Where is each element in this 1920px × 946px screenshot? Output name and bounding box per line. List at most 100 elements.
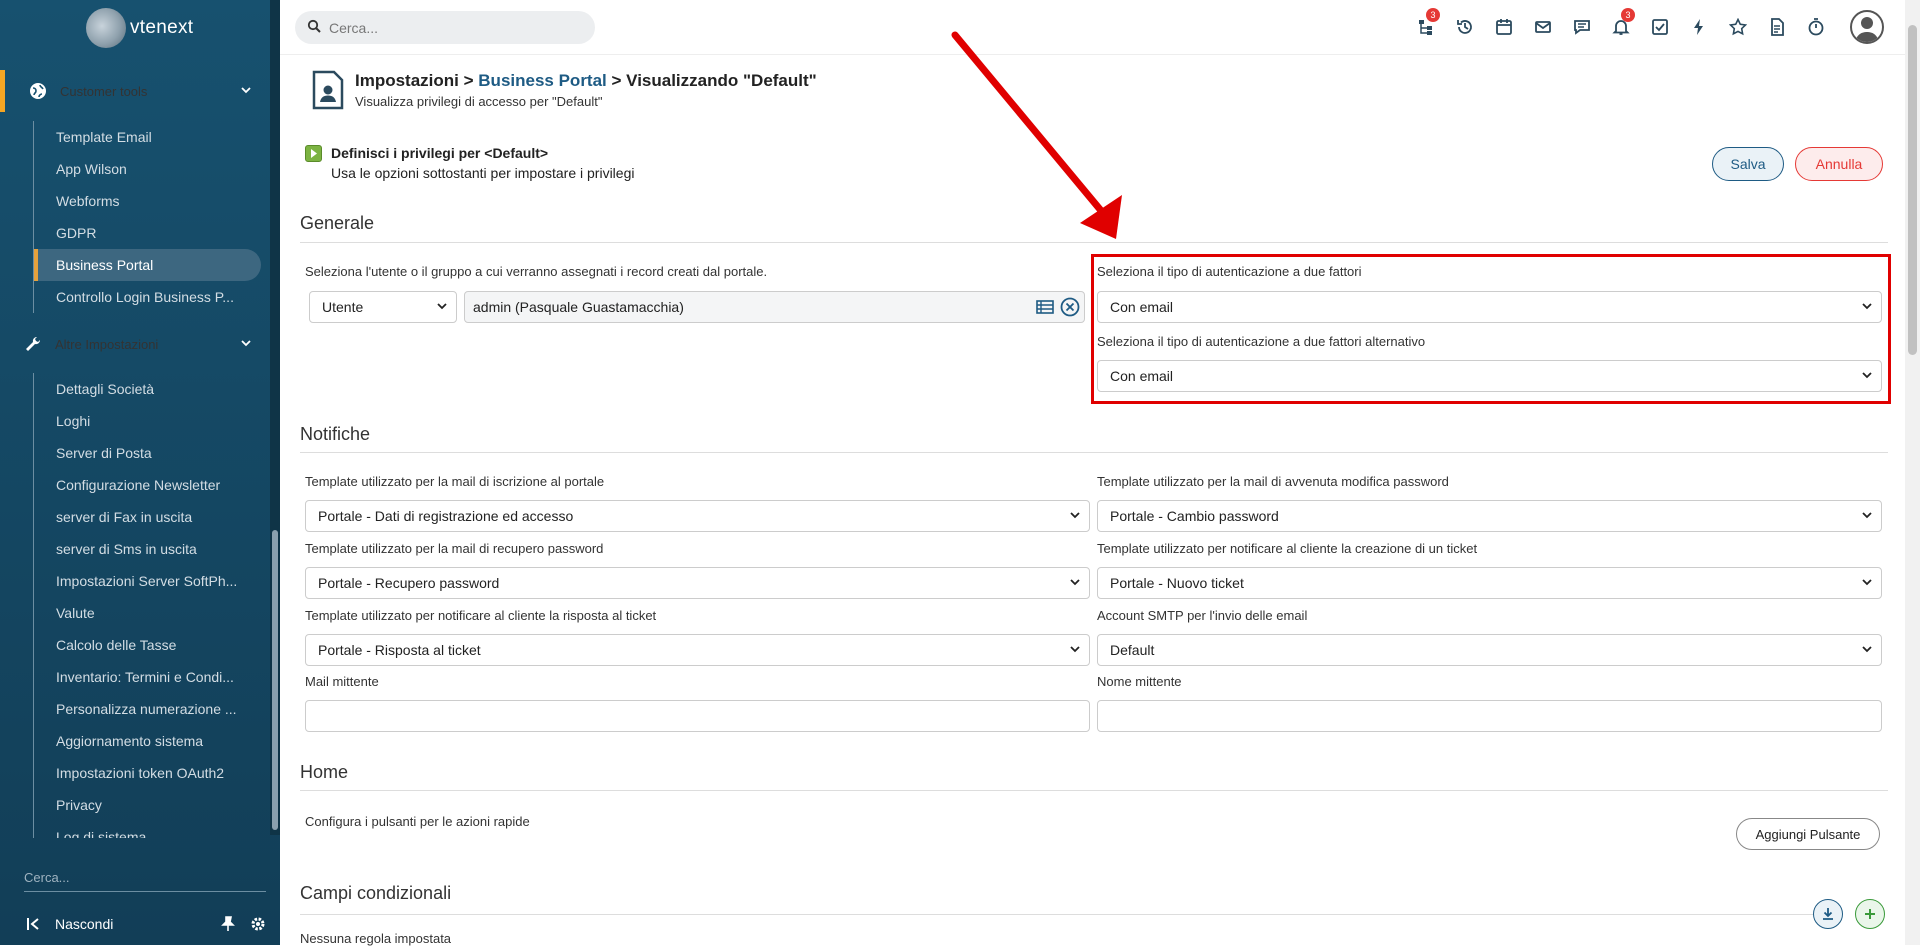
search-icon [307,19,321,36]
chevron-down-icon [1070,646,1080,653]
highlight-box [1091,254,1891,404]
sidebar-item-business-portal[interactable]: Business Portal [34,249,261,281]
breadcrumb-root[interactable]: Impostazioni [355,71,459,90]
section-title-home: Home [300,762,349,782]
sidebar-item-gdpr[interactable]: GDPR [34,217,261,249]
pin-icon[interactable] [220,916,236,935]
sidebar-item-tasse[interactable]: Calcolo delle Tasse [34,629,261,661]
sidebar-item-webforms[interactable]: Webforms [34,185,261,217]
chat-icon[interactable] [1562,12,1601,42]
sidebar-item-softphone[interactable]: Impostazioni Server SoftPh... [34,565,261,597]
sidebar-item-valute[interactable]: Valute [34,597,261,629]
sidebar-item-numerazione[interactable]: Personalizza numerazione ... [34,693,261,725]
calendar-icon[interactable] [1484,12,1523,42]
star-icon[interactable] [1718,12,1757,42]
logo-mark-icon [86,8,126,48]
global-search-input[interactable]: Cerca... [295,11,595,44]
history-icon[interactable] [1445,12,1484,42]
timer-icon[interactable] [1796,12,1835,42]
breadcrumb-separator: > [458,71,479,90]
chevron-down-icon [1070,579,1080,586]
breadcrumb-business-portal[interactable]: Business Portal [478,71,607,90]
page-scrollbar-thumb[interactable] [1908,25,1917,355]
section-title-notifiche: Notifiche [300,424,371,444]
sidebar-item-newsletter[interactable]: Configurazione Newsletter [34,469,261,501]
org-chart-icon[interactable]: 3 [1406,8,1445,42]
section-title-generale: Generale [300,213,375,233]
bell-icon[interactable]: 3 [1601,8,1640,42]
ticket-template-value: Portale - Nuovo ticket [1110,575,1244,591]
sidebar-scrollbar-thumb[interactable] [272,530,278,830]
pwchange-template-label: Template utilizzato per la mail di avven… [1097,474,1449,489]
sidebar-item-privacy[interactable]: Privacy [34,789,261,821]
sidebar-item-server-posta[interactable]: Server di Posta [34,437,261,469]
smtp-account-label: Account SMTP per l'invio delle email [1097,608,1308,623]
divider [300,452,1888,453]
task-icon[interactable] [1640,12,1679,42]
page-scrollbar[interactable] [1905,0,1920,945]
save-button[interactable]: Salva [1712,147,1784,181]
user-assign-field[interactable]: admin (Pasquale Guastamacchia) [464,291,1085,323]
add-button[interactable]: Aggiungi Pulsante [1736,818,1880,850]
recover-template-select[interactable]: Portale - Recupero password [305,567,1090,599]
sidebar-section-customer-tools[interactable]: Customer tools [0,70,270,112]
user-avatar[interactable] [1850,10,1884,44]
breadcrumb: Impostazioni > Business Portal > Visuali… [355,71,817,91]
sidebar-item-inventario[interactable]: Inventario: Termini e Condi... [34,661,261,693]
app-logo[interactable]: vtenext [86,6,193,50]
sender-mail-input[interactable] [305,700,1090,732]
breadcrumb-current: Visualizzando "Default" [626,71,817,90]
sidebar-item-controllo-login[interactable]: Controllo Login Business P... [34,281,261,313]
sidebar: vtenext Customer tools Template Email Ap… [0,0,280,945]
search-placeholder: Cerca... [329,19,379,36]
reply-template-label: Template utilizzato per notificare al cl… [305,608,657,623]
sidebar-item-oauth2[interactable]: Impostazioni token OAuth2 [34,757,261,789]
sender-name-input[interactable] [1097,700,1882,732]
privileges-title: Definisci i privilegi per <Default> [331,145,549,161]
sidebar-section-altre-impostazioni[interactable]: Altre Impostazioni [0,323,270,365]
ticket-template-select[interactable]: Portale - Nuovo ticket [1097,567,1882,599]
sidebar-item-dettagli-societa[interactable]: Dettagli Società [34,373,261,405]
page-subtitle: Visualizza privilegi di accesso per "Def… [355,94,603,109]
divider [300,790,1888,791]
chevron-down-icon [240,84,252,99]
privileges-subtitle: Usa le opzioni sottostanti per impostare… [331,165,635,181]
reg-template-value: Portale - Dati di registrazione ed acces… [318,508,574,524]
sidebar-item-app-wilson[interactable]: App Wilson [34,153,261,185]
chevron-down-icon [1862,646,1872,653]
sidebar-item-template-email[interactable]: Template Email [34,121,261,153]
reg-template-select[interactable]: Portale - Dati di registrazione ed acces… [305,500,1090,532]
bolt-icon[interactable] [1679,12,1718,42]
sidebar-item-loghi[interactable]: Loghi [34,405,261,437]
reply-template-select[interactable]: Portale - Risposta al ticket [305,634,1090,666]
sidebar-item-aggiornamento[interactable]: Aggiornamento sistema [34,725,261,757]
smtp-account-select[interactable]: Default [1097,634,1882,666]
document-icon[interactable] [1757,12,1796,42]
reply-template-value: Portale - Risposta al ticket [318,642,481,658]
download-icon[interactable] [1813,899,1843,929]
list-icon[interactable] [1036,299,1054,318]
sidebar-item-log-sistema[interactable]: Log di sistema [34,821,261,838]
chevron-down-icon [1862,579,1872,586]
pwchange-template-select[interactable]: Portale - Cambio password [1097,500,1882,532]
recover-template-value: Portale - Recupero password [318,575,500,591]
collapse-icon[interactable] [26,917,40,934]
globe-icon [27,80,49,102]
chevron-down-icon [1070,512,1080,519]
breadcrumb-separator: > [606,71,627,90]
user-type-select[interactable]: Utente [309,291,457,323]
mail-icon[interactable] [1523,12,1562,42]
cancel-button[interactable]: Annulla [1795,147,1883,181]
gear-icon[interactable] [250,916,266,935]
add-rule-icon[interactable] [1855,899,1885,929]
conditional-empty-text: Nessuna regola impostata [300,931,452,946]
sidebar-item-fax[interactable]: server di Fax in uscita [34,501,261,533]
sidebar-item-sms[interactable]: server di Sms in uscita [34,533,261,565]
hide-sidebar-button[interactable]: Nascondi [55,916,113,932]
sidebar-section-label: Customer tools [60,83,148,99]
section-title-campi-condizionali: Campi condizionali [300,883,452,903]
sidebar-section-label: Altre Impostazioni [55,336,159,352]
user-type-value: Utente [322,299,364,315]
clear-icon[interactable] [1060,297,1080,320]
sidebar-search-input[interactable]: Cerca... [24,866,266,892]
